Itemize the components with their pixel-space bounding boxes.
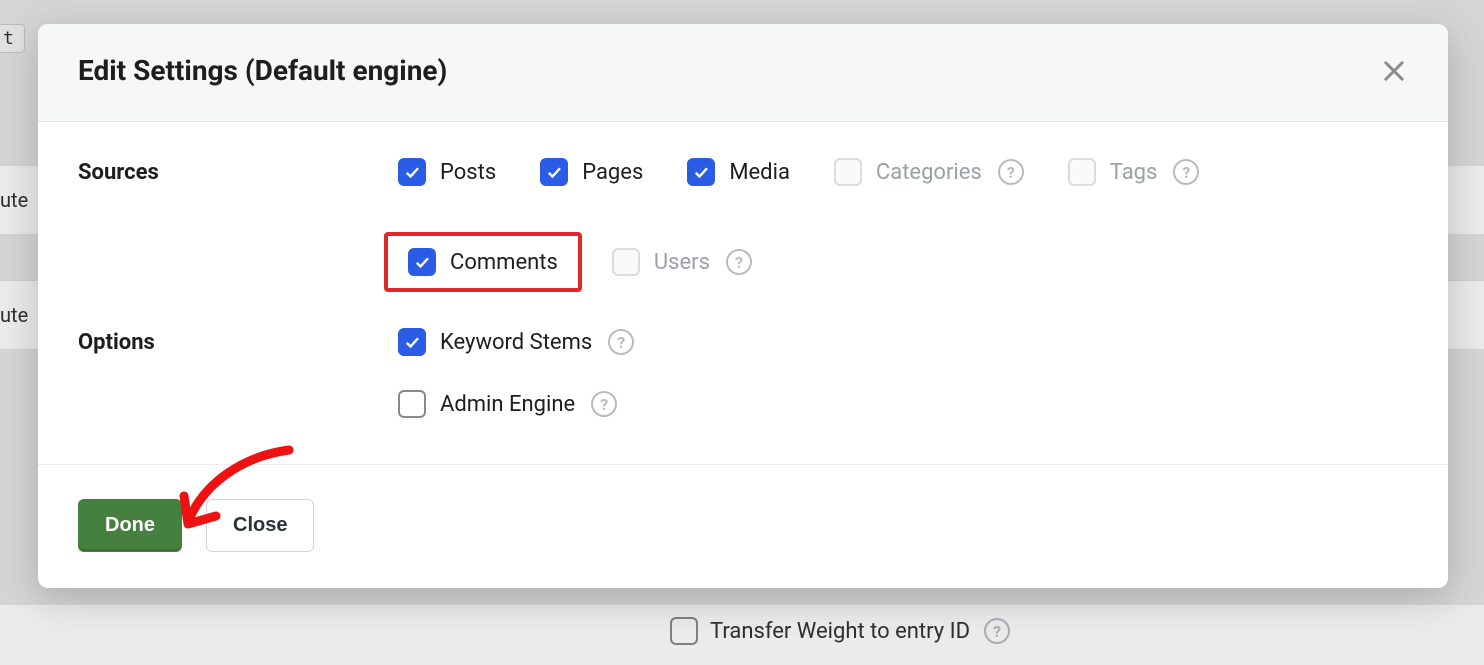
checkbox-users [612,248,640,276]
sources-row: Sources Posts Pages Media Categories [78,142,1408,298]
source-media[interactable]: Media [687,158,790,186]
modal-footer: Done Close [38,464,1448,588]
close-button[interactable]: Close [206,499,314,552]
options-controls: Keyword Stems ? Admin Engine ? [398,328,1408,418]
source-categories: Categories ? [834,158,1024,186]
source-comments-label: Comments [450,250,558,275]
edit-settings-modal: Edit Settings (Default engine) Sources P… [38,24,1448,588]
options-label: Options [78,328,398,355]
source-pages-label: Pages [582,160,643,185]
source-pages[interactable]: Pages [540,158,643,186]
source-posts[interactable]: Posts [398,158,496,186]
checkbox-posts[interactable] [398,158,426,186]
source-comments[interactable]: Comments [398,242,568,282]
checkbox-tags [1068,158,1096,186]
option-keyword-stems-label: Keyword Stems [440,330,592,355]
help-icon[interactable]: ? [591,391,617,417]
checkbox-admin-engine[interactable] [398,390,426,418]
help-icon[interactable]: ? [998,159,1024,185]
option-admin-engine[interactable]: Admin Engine ? [398,390,617,418]
close-icon[interactable] [1380,57,1408,85]
modal-header: Edit Settings (Default engine) [38,24,1448,122]
source-categories-label: Categories [876,160,982,185]
checkbox-keyword-stems[interactable] [398,328,426,356]
sources-controls: Posts Pages Media Categories ? [398,158,1408,282]
checkbox-comments[interactable] [408,248,436,276]
source-posts-label: Posts [440,160,496,185]
checkbox-categories [834,158,862,186]
option-admin-engine-label: Admin Engine [440,392,575,417]
help-icon[interactable]: ? [726,249,752,275]
help-icon[interactable]: ? [1173,159,1199,185]
option-keyword-stems[interactable]: Keyword Stems ? [398,328,634,356]
modal-body: Sources Posts Pages Media Categories [38,122,1448,464]
checkbox-pages[interactable] [540,158,568,186]
checkbox-media[interactable] [687,158,715,186]
source-users: Users ? [612,248,752,276]
source-media-label: Media [729,160,790,185]
source-users-label: Users [654,250,710,275]
modal-title: Edit Settings (Default engine) [78,54,447,87]
options-row: Options Keyword Stems ? Admin Engine ? [78,298,1408,434]
sources-label: Sources [78,158,398,185]
source-tags-label: Tags [1110,160,1158,185]
done-button[interactable]: Done [78,499,182,552]
source-tags: Tags ? [1068,158,1200,186]
help-icon[interactable]: ? [608,329,634,355]
